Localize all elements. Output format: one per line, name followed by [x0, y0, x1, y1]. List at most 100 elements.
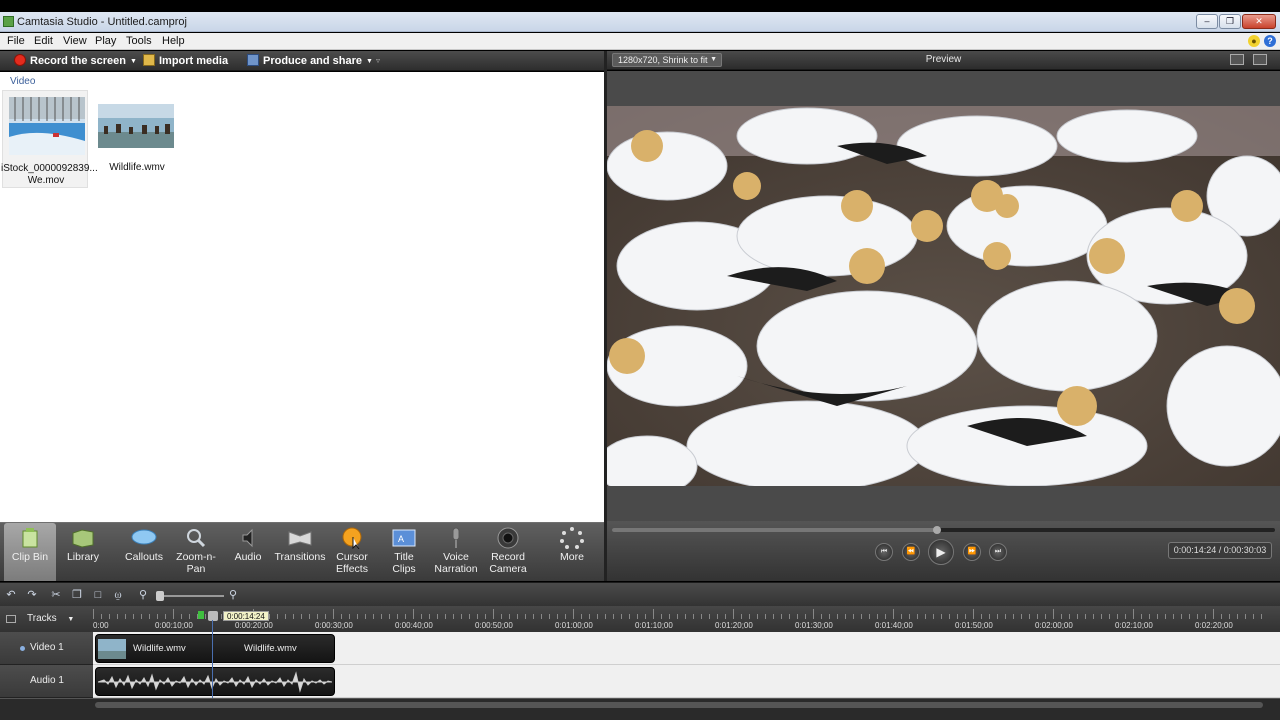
- ruler-tick: [997, 614, 998, 619]
- detach-preview-icon[interactable]: [1253, 54, 1267, 65]
- tab-record-camera[interactable]: Record Camera: [482, 523, 534, 581]
- ruler-tick: [565, 614, 566, 619]
- toolbar-overflow-icon[interactable]: ▿: [376, 54, 380, 68]
- fullscreen-icon[interactable]: [1230, 54, 1244, 65]
- ruler-tick: [837, 614, 838, 619]
- clip-bin-icon: [22, 528, 38, 548]
- tab-title-clips[interactable]: A Title Clips: [378, 523, 430, 581]
- ruler-tick: [733, 609, 734, 619]
- menu-help[interactable]: Help: [162, 35, 185, 47]
- video-track-row[interactable]: Video 1 Wildlife.wmv Wildlife.wmv: [0, 632, 1280, 665]
- scrubber-handle[interactable]: [932, 526, 941, 534]
- redo-icon[interactable]: ↷: [25, 588, 39, 602]
- ruler-tick: [749, 614, 750, 619]
- ruler-label: 0:01:00;00: [555, 621, 593, 630]
- clip-name-line1: iStock_0000092839...: [1, 163, 98, 174]
- chevron-down-icon: ▼: [129, 58, 137, 65]
- tab-callouts[interactable]: Callouts: [118, 523, 170, 581]
- tracks-menu-icon[interactable]: [6, 615, 16, 623]
- cut-icon[interactable]: ✂: [49, 588, 63, 602]
- menu-file[interactable]: File: [7, 35, 25, 47]
- ruler-tick: [861, 614, 862, 619]
- copy-icon[interactable]: ❐: [70, 588, 84, 602]
- tab-audio[interactable]: Audio: [222, 523, 274, 581]
- menu-edit[interactable]: Edit: [34, 35, 53, 47]
- zoom-slider-handle[interactable]: [156, 591, 164, 601]
- clip-bin-item[interactable]: iStock_0000092839... We.mov: [1, 90, 98, 188]
- tab-voice-narration[interactable]: Voice Narration: [430, 523, 482, 581]
- ruler-tick: [317, 614, 318, 619]
- task-tabs: Clip Bin Library Callouts Zoom-n- Pan Au…: [0, 522, 604, 581]
- video-clip[interactable]: Wildlife.wmv Wildlife.wmv: [95, 634, 335, 663]
- clip-thumbnail: [9, 97, 85, 155]
- jump-to-end-button[interactable]: ⏭: [989, 543, 1007, 561]
- ruler-tick: [189, 614, 190, 619]
- chevron-down-icon: ▼: [67, 616, 75, 623]
- audio-track-header[interactable]: Audio 1: [0, 665, 93, 698]
- rewind-button[interactable]: ⏪: [902, 543, 920, 561]
- menu-view[interactable]: View: [63, 35, 87, 47]
- audio-clip[interactable]: [95, 667, 335, 696]
- video-frame: [607, 106, 1280, 486]
- microphone-icon: [452, 527, 460, 548]
- ruler-tick: [1253, 614, 1254, 619]
- tab-label-line2: Clips: [392, 563, 416, 575]
- minimize-button[interactable]: –: [1196, 14, 1218, 29]
- fast-forward-button[interactable]: ⏩: [963, 543, 981, 561]
- tab-transitions[interactable]: Transitions: [274, 523, 326, 581]
- preview-toolbar: 1280x720, Shrink to fit ▼ Preview: [607, 51, 1280, 70]
- playhead-handle[interactable]: [208, 611, 218, 621]
- split-icon[interactable]: ⍹: [111, 588, 125, 602]
- record-screen-button[interactable]: Record the screen ▼: [14, 54, 137, 68]
- ruler-label: 0:00:50;00: [475, 621, 513, 630]
- ruler-tick: [301, 614, 302, 619]
- tab-label: Clip Bin: [11, 551, 49, 563]
- ruler-tick: [1205, 614, 1206, 619]
- tab-library[interactable]: Library: [57, 523, 109, 581]
- menu-play[interactable]: Play: [95, 35, 116, 47]
- tracks-menu[interactable]: Tracks ▼: [27, 613, 74, 624]
- close-button[interactable]: ✕: [1242, 14, 1276, 29]
- video-track-header[interactable]: Video 1: [0, 632, 93, 665]
- audio-track-row[interactable]: Audio 1: [0, 665, 1280, 698]
- timeline-scrollbar[interactable]: [95, 702, 1263, 708]
- paste-icon[interactable]: □: [91, 588, 105, 602]
- ruler-label: 0:02:10;00: [1115, 621, 1153, 630]
- ruler-label: 0:02:00;00: [1035, 621, 1073, 630]
- ruler-tick: [789, 614, 790, 619]
- zoom-slider-track[interactable]: [158, 595, 224, 597]
- tab-more[interactable]: More: [546, 523, 598, 581]
- zoom-in-icon[interactable]: ⚲: [226, 588, 240, 602]
- tab-label: Zoom-n-: [176, 551, 216, 563]
- undo-icon[interactable]: ↶: [4, 588, 18, 602]
- ruler-tick: [165, 614, 166, 619]
- speaker-icon: [242, 528, 253, 548]
- ruler-tick: [1229, 614, 1230, 619]
- clip-bin-item[interactable]: Wildlife.wmv: [92, 90, 178, 188]
- video-section-label: Video: [10, 76, 36, 87]
- ruler-tick: [349, 614, 350, 619]
- tab-zoom-n-pan[interactable]: Zoom-n- Pan: [170, 523, 222, 581]
- tab-clip-bin[interactable]: Clip Bin: [4, 523, 56, 581]
- tab-cursor-effects[interactable]: Cursor Effects: [326, 523, 378, 581]
- app-icon: [3, 16, 14, 27]
- ruler-tick: [373, 614, 374, 619]
- produce-share-button[interactable]: Produce and share ▼: [247, 54, 373, 68]
- play-button[interactable]: ▶: [928, 539, 954, 565]
- tab-label: Library: [66, 551, 100, 563]
- tab-label: Voice: [443, 551, 469, 563]
- menu-bar: File Edit View Play Tools Help ● ?: [0, 33, 1280, 50]
- ruler-label: 0:01:30;00: [795, 621, 833, 630]
- tip-bulb-icon[interactable]: ●: [1248, 35, 1260, 47]
- preview-scrubber[interactable]: [612, 526, 1275, 534]
- maximize-button[interactable]: ❐: [1219, 14, 1241, 29]
- import-media-button[interactable]: Import media: [143, 54, 228, 68]
- zoom-out-icon[interactable]: ⚲: [136, 588, 150, 602]
- menu-tools[interactable]: Tools: [126, 35, 152, 47]
- ruler-tick: [741, 614, 742, 619]
- help-icon[interactable]: ?: [1264, 35, 1276, 47]
- audio-waveform: [98, 671, 332, 693]
- ruler-tick: [669, 614, 670, 619]
- jump-to-start-button[interactable]: ⏮: [875, 543, 893, 561]
- selection-start-marker[interactable]: [198, 611, 204, 619]
